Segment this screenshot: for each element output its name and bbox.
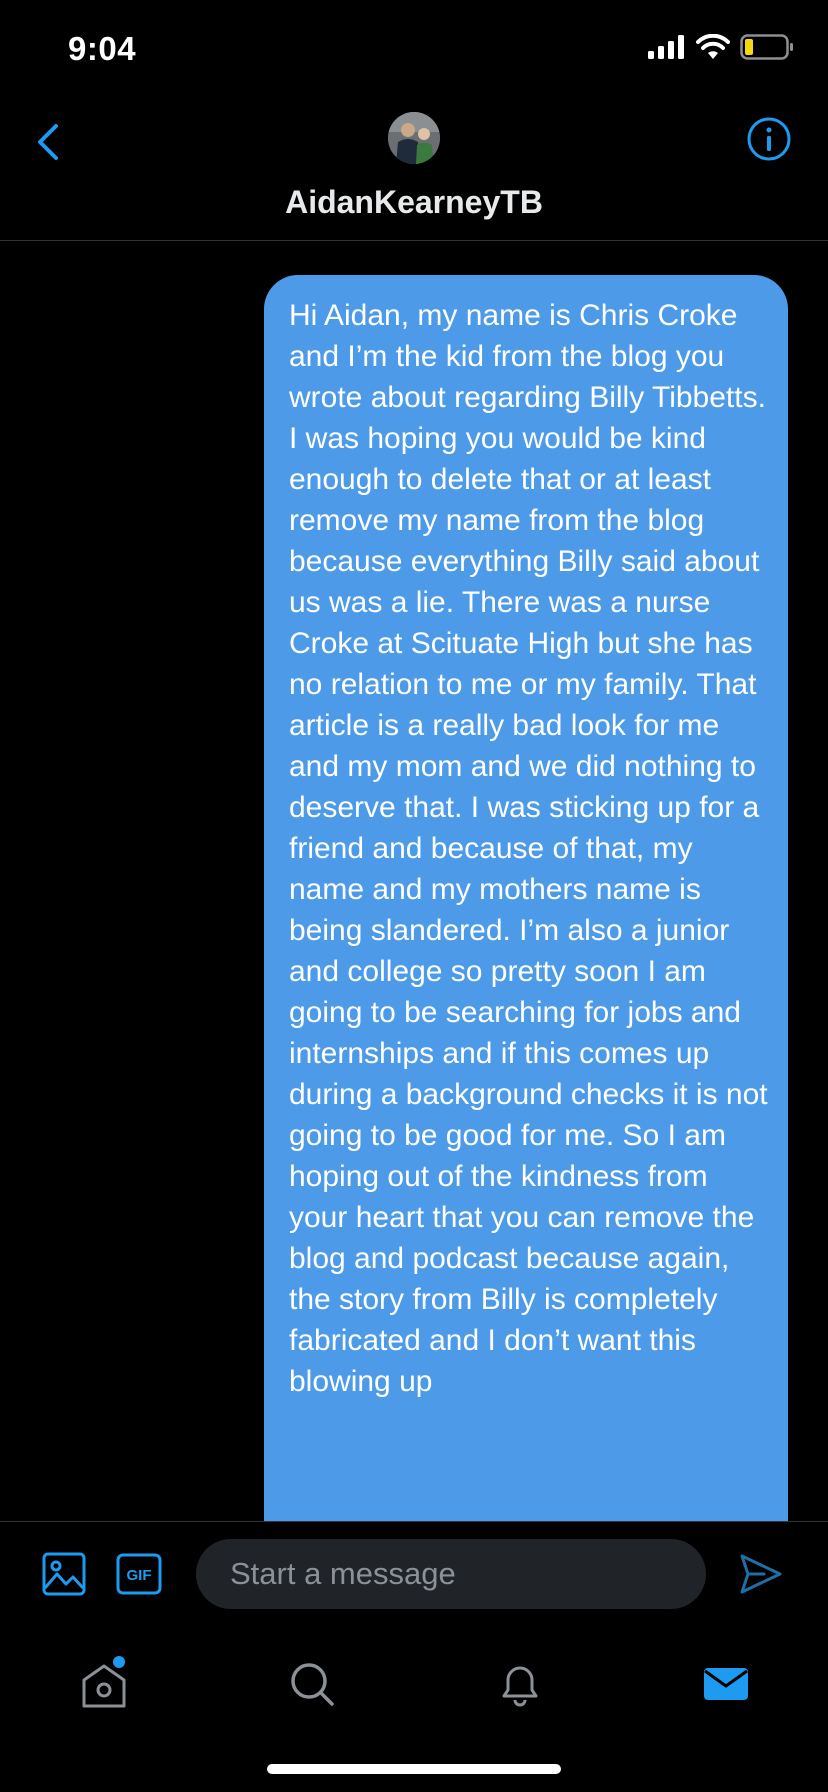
bell-icon	[502, 1666, 538, 1707]
tab-notifications[interactable]	[490, 1654, 550, 1714]
wifi-icon	[696, 34, 730, 59]
message-composer: GIF	[0, 1521, 828, 1622]
send-button[interactable]	[738, 1552, 784, 1601]
gif-icon: GIF	[116, 1553, 162, 1595]
info-icon	[747, 117, 791, 161]
media-button[interactable]	[42, 1552, 86, 1601]
sent-message-bubble[interactable]: Hi Aidan, my name is Chris Croke and I’m…	[264, 275, 788, 1521]
message-text: Hi Aidan, my name is Chris Croke and I’m…	[289, 299, 768, 1398]
gif-label: GIF	[127, 1567, 152, 1584]
status-bar: 9:04	[0, 0, 828, 100]
tab-bar	[0, 1622, 828, 1792]
conversation-area[interactable]: Hi Aidan, my name is Chris Croke and I’m…	[0, 241, 828, 1521]
info-button[interactable]	[746, 116, 792, 162]
cellular-signal-icon	[648, 35, 684, 59]
send-icon	[740, 1554, 782, 1594]
home-indicator[interactable]	[267, 1764, 561, 1774]
mail-icon	[704, 1668, 748, 1700]
conversation-username[interactable]: AidanKearneyTB	[0, 184, 828, 221]
avatar[interactable]	[388, 112, 440, 164]
tab-search[interactable]	[282, 1654, 342, 1714]
conversation-header: AidanKearneyTB	[0, 100, 828, 241]
back-button[interactable]	[28, 118, 68, 166]
tab-messages[interactable]	[696, 1654, 756, 1714]
avatar-photo-icon	[388, 112, 440, 164]
battery-low-icon	[740, 34, 793, 60]
message-input[interactable]	[196, 1539, 706, 1609]
dm-screen: 9:04 AidanKearneyTB Hi Aidan, my name is…	[0, 0, 828, 1792]
search-icon	[291, 1663, 334, 1706]
home-icon	[82, 1656, 126, 1708]
chevron-left-icon	[38, 124, 58, 160]
tab-home[interactable]	[74, 1654, 134, 1714]
gif-button[interactable]: GIF	[116, 1552, 162, 1601]
status-icons	[648, 34, 794, 60]
status-time: 9:04	[68, 30, 137, 67]
image-icon	[42, 1552, 86, 1596]
